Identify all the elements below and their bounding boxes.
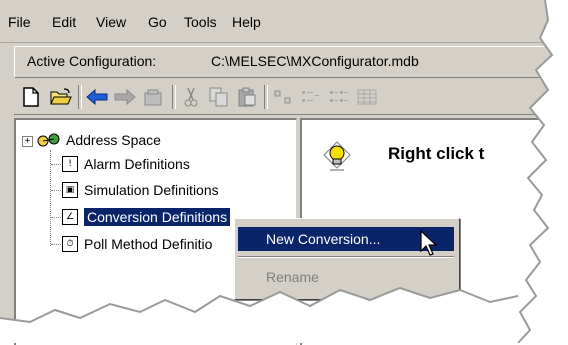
toolbar-separator — [172, 85, 176, 109]
new-file-icon[interactable] — [18, 84, 44, 110]
folder-up-icon[interactable] — [140, 84, 166, 110]
menu-item-label: Rename — [266, 269, 319, 285]
menu-tools[interactable]: Tools — [184, 14, 217, 30]
tree-item-alarm-definitions[interactable]: ! Alarm Definitions — [62, 153, 190, 175]
menu-view[interactable]: View — [96, 14, 126, 30]
tree-guide-line — [51, 190, 61, 191]
tree-item-address-space[interactable]: Address Space — [36, 129, 161, 151]
active-configuration-label: Active Configuration: — [27, 53, 157, 69]
menu-edit[interactable]: Edit — [52, 14, 76, 30]
menu-help[interactable]: Help — [232, 14, 261, 30]
tree-guide-line — [51, 164, 61, 165]
alarm-definitions-icon: ! — [62, 156, 78, 172]
mouse-pointer-icon — [420, 229, 440, 258]
menu-go[interactable]: Go — [148, 14, 167, 30]
toolbar — [14, 80, 568, 115]
expand-toggle[interactable]: + — [22, 136, 33, 147]
menu-item-label: New Conversion... — [266, 231, 381, 247]
conversion-definitions-icon: ∠ — [62, 209, 78, 225]
details-view-icon[interactable] — [354, 84, 380, 110]
lightbulb-hint-icon — [322, 140, 352, 174]
active-configuration-bar: Active Configuration: C:\MELSEC\MXConfig… — [14, 46, 568, 78]
menu-bar: File Edit View Go Tools Help — [0, 0, 568, 43]
rename-menu-item[interactable]: Rename — [238, 265, 454, 289]
copy-icon[interactable] — [206, 84, 232, 110]
status-bar-text: orb — [6, 322, 25, 337]
menu-file[interactable]: File — [8, 14, 31, 30]
tree-item-poll-method-definitions[interactable]: ⏱ Poll Method Definitio — [62, 233, 212, 255]
large-icons-view-icon[interactable] — [270, 84, 296, 110]
paste-icon[interactable] — [234, 84, 260, 110]
tree-guide-line — [51, 217, 61, 218]
active-configuration-path: C:\MELSEC\MXConfigurator.mdb — [211, 53, 419, 69]
poll-method-definitions-icon: ⏱ — [62, 236, 78, 252]
tree-item-simulation-definitions[interactable]: ▣ Simulation Definitions — [62, 179, 219, 201]
back-arrow-icon[interactable] — [84, 84, 110, 110]
tree-guide-line — [51, 244, 61, 245]
application-window: File Edit View Go Tools Help Active Conf… — [0, 0, 568, 345]
simulation-definitions-icon: ▣ — [62, 182, 78, 198]
tree-item-label: Poll Method Definitio — [84, 236, 213, 252]
right-click-hint: Right click t — [388, 144, 485, 163]
forward-arrow-icon[interactable] — [112, 84, 138, 110]
list-view-icon[interactable] — [326, 84, 352, 110]
toolbar-separator — [78, 85, 82, 109]
tree-item-label: Address Space — [66, 132, 161, 148]
open-folder-icon[interactable] — [48, 84, 74, 110]
tree-item-conversion-definitions[interactable]: ∠ Conversion Definitions — [62, 206, 231, 228]
toolbar-separator — [264, 85, 268, 109]
tree-item-label: Alarm Definitions — [84, 156, 190, 172]
cut-icon[interactable] — [178, 84, 204, 110]
address-space-icon — [36, 131, 62, 149]
tree-item-label: Conversion Definitions — [84, 208, 231, 226]
small-icons-view-icon[interactable] — [298, 84, 324, 110]
tree-item-label: Simulation Definitions — [84, 182, 219, 198]
